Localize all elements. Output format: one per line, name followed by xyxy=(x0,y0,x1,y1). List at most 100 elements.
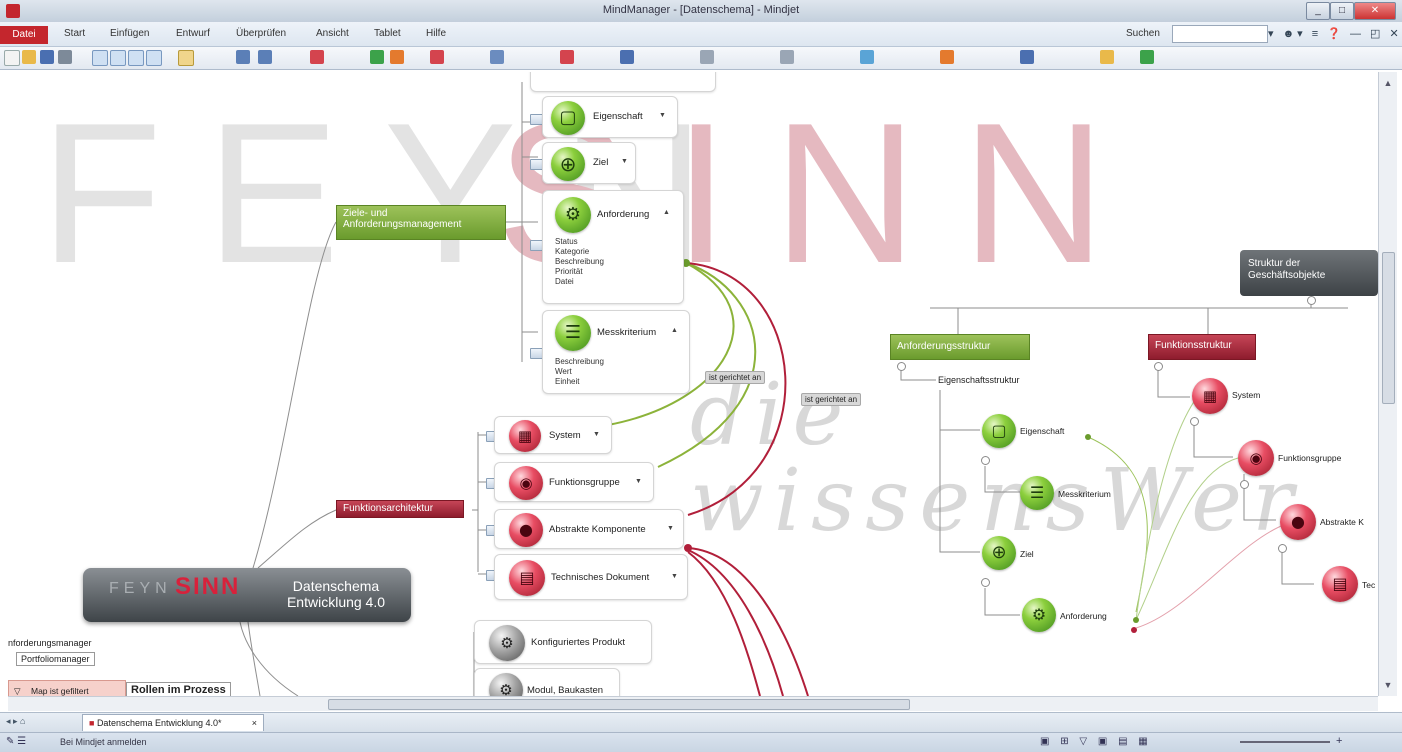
right-abstrakte-icon[interactable]: ● xyxy=(1280,504,1316,540)
chevron-down-icon[interactable]: ▼ xyxy=(621,158,628,165)
relation-label[interactable]: ist gerichtet an xyxy=(801,393,862,406)
branch-struktur-geschaeftsobjekte[interactable]: Struktur der Geschäftsobjekte xyxy=(1240,250,1378,296)
collapse-toggle[interactable] xyxy=(897,362,906,371)
topic-anforderungsmanager[interactable]: nforderungsmanager xyxy=(8,638,92,648)
undo-icon[interactable] xyxy=(236,50,250,64)
map-canvas[interactable]: FEYN SINN die wissensWer FEYN SINN Daten… xyxy=(8,72,1378,696)
collapse-toggle[interactable] xyxy=(1240,480,1249,489)
topic-eigenschaftsstruktur[interactable]: Eigenschaftsstruktur xyxy=(938,375,1020,385)
menu-tablet[interactable]: Tablet xyxy=(374,28,401,39)
vertical-scroll-thumb[interactable] xyxy=(1382,252,1395,404)
chevron-down-icon[interactable]: ▼ xyxy=(635,478,642,485)
collapse-toggle[interactable] xyxy=(1190,417,1199,426)
close-tab-icon[interactable]: × xyxy=(252,715,257,732)
font-color-icon[interactable] xyxy=(620,50,634,64)
menu-help[interactable]: Hilfe xyxy=(426,28,446,39)
collapse-toggle[interactable] xyxy=(1154,362,1163,371)
right-anforderung-icon[interactable]: ⚙ xyxy=(1022,598,1056,632)
topic-konfiguriertes-produkt[interactable]: ⚙ Konfiguriertes Produkt xyxy=(474,620,652,664)
marker-icon[interactable] xyxy=(310,50,324,64)
scroll-up-icon[interactable]: ▲ xyxy=(1379,76,1397,90)
subtopic-icon[interactable] xyxy=(110,50,126,66)
boundary-icon[interactable] xyxy=(146,50,162,66)
chevron-down-icon[interactable]: ▼ xyxy=(659,112,666,119)
right-eigenschaft-icon[interactable]: ▢ xyxy=(982,414,1016,448)
status-right-icons[interactable]: ▣ ⊞ ▽ ▣ ▤ ▦ xyxy=(1040,736,1152,747)
status-message[interactable]: Bei Mindjet anmelden xyxy=(60,737,147,747)
vertical-scrollbar[interactable]: ▲ ▼ xyxy=(1378,72,1397,696)
branch-ziele-anforderung[interactable]: Ziele- und Anforderungsmanagement xyxy=(336,205,506,240)
fill-icon[interactable] xyxy=(940,50,954,64)
minimize-button[interactable]: _ xyxy=(1306,2,1330,20)
zoom-in-icon[interactable]: + xyxy=(1336,735,1342,747)
tab-nav-icons[interactable]: ◂ ▸ ⌂ xyxy=(6,716,25,727)
horizontal-scroll-thumb[interactable] xyxy=(328,699,910,710)
topic-icon[interactable] xyxy=(92,50,108,66)
topic-abstrakte-komponente[interactable]: ● Abstrakte Komponente ▼ xyxy=(494,509,684,549)
line-icon[interactable] xyxy=(1020,50,1034,64)
topic-messkriterium[interactable]: ☰ Messkriterium ▲ Beschreibung Wert Einh… xyxy=(542,310,690,394)
menu-design[interactable]: Entwurf xyxy=(176,28,210,39)
collapse-toggle[interactable] xyxy=(1278,544,1287,553)
central-topic[interactable]: FEYN SINN Datenschema Entwicklung 4.0 xyxy=(83,568,411,622)
topic-eigenschaft[interactable]: ▢ Eigenschaft ▼ xyxy=(542,96,678,138)
priority-icon[interactable] xyxy=(370,50,384,64)
topic-ziel[interactable]: ⊕ Ziel ▼ xyxy=(542,142,636,184)
chevron-up-icon[interactable]: ▲ xyxy=(671,327,678,334)
search-input[interactable] xyxy=(1172,25,1268,43)
menu-insert[interactable]: Einfügen xyxy=(110,28,149,39)
redo-icon[interactable] xyxy=(258,50,272,64)
more-icon[interactable] xyxy=(1140,50,1154,64)
branch-funktionsarchitektur[interactable]: Funktionsarchitektur xyxy=(336,500,464,518)
right-messkriterium-icon[interactable]: ☰ xyxy=(1020,476,1054,510)
topic-funktionsgruppe[interactable]: ◉ Funktionsgruppe ▼ xyxy=(494,462,654,502)
right-funktionsgruppe-icon[interactable]: ◉ xyxy=(1238,440,1274,476)
topic-modul-baukasten[interactable]: ⚙ Modul, Baukasten xyxy=(474,668,620,696)
topic-technisches-dokument[interactable]: ▤ Technisches Dokument ▼ xyxy=(494,554,688,600)
topic-anforderung[interactable]: ⚙ Anforderung ▲ Status Kategorie Beschre… xyxy=(542,190,684,304)
relationship-icon[interactable] xyxy=(178,50,194,66)
right-system-icon[interactable]: ▦ xyxy=(1192,378,1228,414)
font-size-icon[interactable] xyxy=(700,50,714,64)
topic-rollen-im-prozess[interactable]: Rollen im Prozess xyxy=(126,682,231,696)
right-ziel-icon[interactable]: ⊕ xyxy=(982,536,1016,570)
zoom-slider[interactable] xyxy=(1240,741,1330,743)
maximize-button[interactable]: □ xyxy=(1330,2,1354,20)
branch-anforderungsstruktur[interactable]: Anforderungsstruktur xyxy=(890,334,1030,360)
flag-icon[interactable] xyxy=(560,50,574,64)
scroll-down-icon[interactable]: ▼ xyxy=(1379,678,1397,692)
ribbon-right-icons[interactable]: ▾ ☻▾ ≡ ❓ — ◰ ✕ xyxy=(1268,27,1402,40)
progress-icon[interactable] xyxy=(390,50,404,64)
format-icon[interactable] xyxy=(1100,50,1114,64)
menu-file[interactable]: Datei xyxy=(0,26,48,44)
relation-label[interactable]: ist gerichtet an xyxy=(705,371,766,384)
topic-top-partial[interactable] xyxy=(530,72,716,92)
map-filtered-notice[interactable]: ▽ Map ist gefiltert xyxy=(8,680,126,696)
horizontal-scrollbar[interactable] xyxy=(8,696,1378,711)
callout-icon[interactable] xyxy=(128,50,144,66)
print-icon[interactable] xyxy=(58,50,72,64)
collapse-toggle[interactable] xyxy=(1307,296,1316,305)
topic-portfoliomanager[interactable]: Portfoliomanager xyxy=(16,652,95,666)
filter-icon[interactable] xyxy=(490,50,504,64)
chevron-down-icon[interactable]: ▼ xyxy=(667,525,674,532)
collapse-toggle[interactable] xyxy=(981,456,990,465)
shape-icon[interactable] xyxy=(860,50,874,64)
branch-funktionsstruktur[interactable]: Funktionsstruktur xyxy=(1148,334,1256,360)
save-icon[interactable] xyxy=(40,50,54,64)
topic-system[interactable]: ▦ System ▼ xyxy=(494,416,612,454)
status-icons[interactable]: ✎ ☰ xyxy=(6,736,26,747)
chevron-down-icon[interactable]: ▼ xyxy=(593,431,600,438)
menu-view[interactable]: Ansicht xyxy=(316,28,349,39)
align-icon[interactable] xyxy=(780,50,794,64)
tab-datenschema[interactable]: ■ Datenschema Entwicklung 4.0* × xyxy=(82,714,264,731)
chevron-down-icon[interactable]: ▼ xyxy=(671,573,678,580)
chevron-up-icon[interactable]: ▲ xyxy=(663,209,670,216)
resource-icon[interactable] xyxy=(430,50,444,64)
right-technisches-icon[interactable]: ▤ xyxy=(1322,566,1358,602)
menu-review[interactable]: Überprüfen xyxy=(236,28,286,39)
new-icon[interactable] xyxy=(4,50,20,66)
open-icon[interactable] xyxy=(22,50,36,64)
collapse-toggle[interactable] xyxy=(981,578,990,587)
menu-start[interactable]: Start xyxy=(64,28,85,39)
